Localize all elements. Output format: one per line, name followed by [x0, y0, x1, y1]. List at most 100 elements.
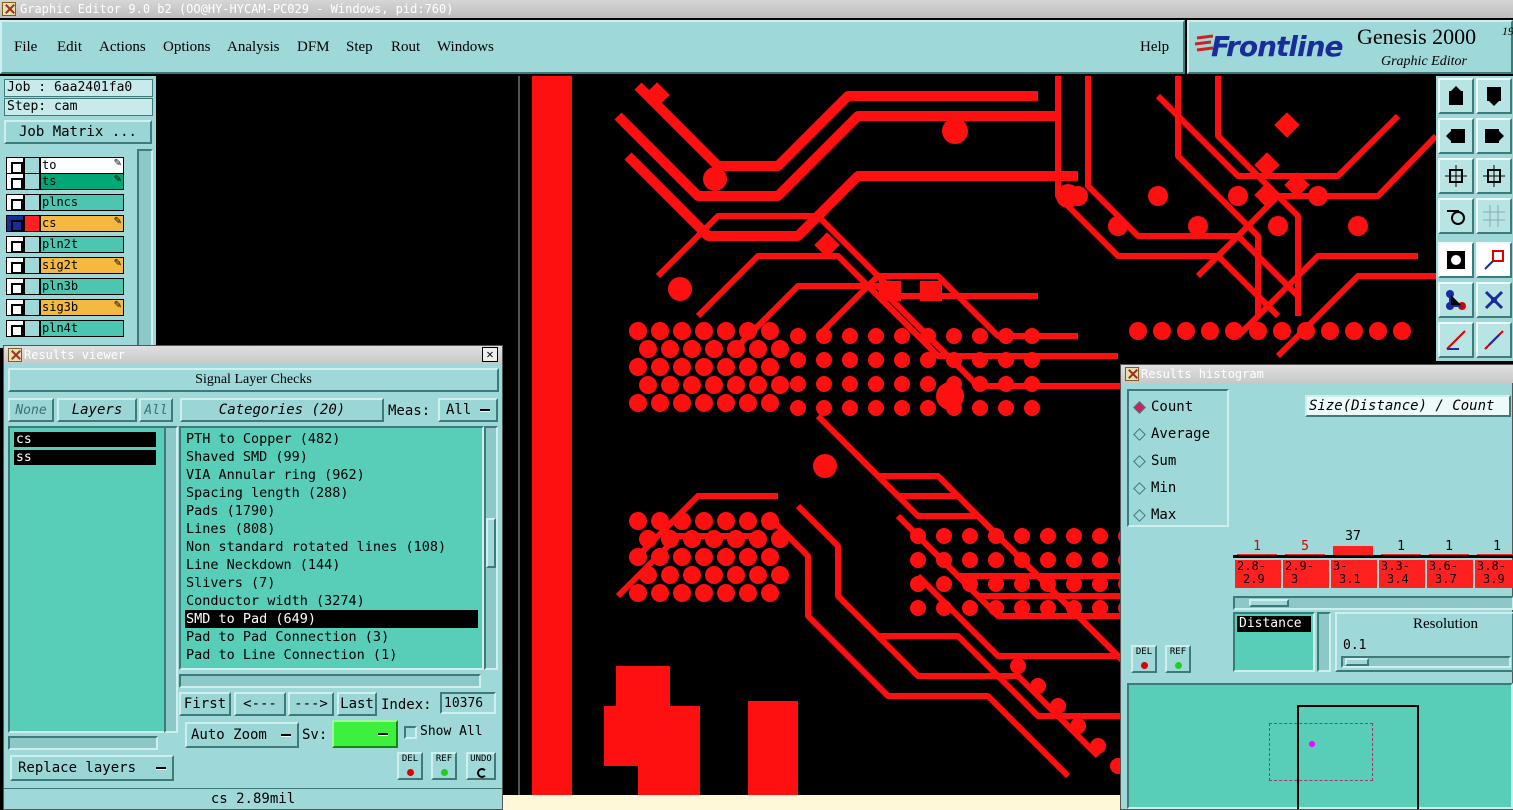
category-item[interactable]: Pads (1790): [185, 502, 478, 520]
grid-icon[interactable]: [1476, 198, 1512, 234]
category-hscrollbar[interactable]: [179, 674, 481, 688]
distance-scrollbar[interactable]: [1317, 612, 1331, 672]
mode-radio-sum[interactable]: Sum: [1133, 453, 1225, 473]
undo-button[interactable]: UNDO: [466, 752, 496, 780]
layer-visibility-checkbox[interactable]: [6, 173, 24, 190]
layer-row-to[interactable]: to ✎: [6, 157, 124, 174]
ref-button[interactable]: REF: [431, 752, 457, 780]
all-button[interactable]: All: [139, 398, 173, 422]
resolution-slider[interactable]: [1341, 656, 1511, 668]
category-item[interactable]: Pad to Pad Connection (3): [185, 628, 478, 646]
layer-row-pln4t[interactable]: pln4t: [6, 320, 124, 337]
layer-visibility-checkbox[interactable]: [6, 194, 24, 211]
window-title-bar[interactable]: Graphic Editor 9.0 b2 (OO@HY-HYCAM-PC029…: [0, 0, 1513, 18]
histogram-bar[interactable]: [1333, 546, 1373, 555]
pan-left-icon[interactable]: [1438, 118, 1474, 154]
auto-zoom-dropdown[interactable]: Auto Zoom: [185, 722, 299, 748]
category-item[interactable]: Pad to Line Connection (1): [185, 646, 478, 664]
histogram-bar[interactable]: [1477, 554, 1513, 555]
menu-file[interactable]: File: [14, 39, 37, 56]
categories-button[interactable]: Categories (20): [180, 398, 384, 422]
histogram-bar[interactable]: [1237, 554, 1277, 555]
layer-row-sig2t[interactable]: sig2t ✎: [6, 257, 124, 274]
layer-row-pln2t[interactable]: pln2t: [6, 236, 124, 253]
rv-layer-item[interactable]: ss: [14, 450, 156, 465]
category-scroll-thumb[interactable]: [486, 518, 496, 568]
index-input[interactable]: [440, 692, 496, 714]
menu-edit[interactable]: Edit: [57, 39, 82, 56]
layer-row-plncs[interactable]: plncs: [6, 194, 124, 211]
job-matrix-button[interactable]: Job Matrix ...: [4, 120, 152, 144]
histogram-bin[interactable]: 3.8- 3.9: [1475, 560, 1513, 588]
histogram-hscrollbar[interactable]: [1233, 596, 1513, 610]
layer-scrollbar[interactable]: [137, 149, 153, 348]
category-item[interactable]: Non standard rotated lines (108): [185, 538, 478, 556]
menu-options[interactable]: Options: [163, 39, 211, 56]
menu-rout[interactable]: Rout: [391, 39, 420, 56]
histogram-bin[interactable]: 2.9- 3: [1283, 560, 1329, 588]
category-item[interactable]: Slivers (7): [185, 574, 478, 592]
category-item[interactable]: Lines (808): [185, 520, 478, 538]
layer-visibility-checkbox[interactable]: [6, 215, 24, 232]
histogram-del-button[interactable]: DEL: [1131, 645, 1157, 673]
category-item[interactable]: VIA Annular ring (962): [185, 466, 478, 484]
histogram-bin[interactable]: 2.8- 2.9: [1235, 560, 1281, 588]
rv-layer-scrollbar[interactable]: [164, 426, 178, 733]
layer-row-sig3b[interactable]: sig3b ✎: [6, 299, 124, 316]
menu-step[interactable]: Step: [346, 39, 373, 56]
mode-radio-count[interactable]: Count: [1133, 399, 1225, 419]
layer-visibility-checkbox[interactable]: [6, 157, 24, 174]
layer-visibility-checkbox[interactable]: [6, 257, 24, 274]
move-feature-icon[interactable]: [1476, 242, 1512, 278]
histogram-scroll-thumb[interactable]: [1249, 599, 1289, 607]
prev-button[interactable]: <---: [234, 692, 286, 716]
category-scrollbar[interactable]: [484, 426, 498, 670]
category-item[interactable]: Shaved SMD (99): [185, 448, 478, 466]
zoom-home-icon[interactable]: [1476, 158, 1512, 194]
rv-layer-hscrollbar[interactable]: [8, 736, 158, 750]
layer-visibility-checkbox[interactable]: [6, 236, 24, 253]
layer-row-ts[interactable]: ts ✎: [6, 173, 124, 190]
close-icon[interactable]: ✕: [482, 347, 498, 362]
last-button[interactable]: Last: [337, 692, 377, 716]
histogram-bar[interactable]: [1429, 554, 1469, 555]
menu-actions[interactable]: Actions: [99, 39, 146, 56]
show-all-checkbox[interactable]: [404, 726, 417, 739]
cross-nodes-icon[interactable]: [1476, 282, 1512, 318]
next-button[interactable]: --->: [288, 692, 334, 716]
layer-visibility-checkbox[interactable]: [6, 278, 24, 295]
layer-row-cs[interactable]: cs ✎: [6, 215, 124, 232]
histogram-bar[interactable]: [1285, 554, 1325, 555]
pad-select-icon[interactable]: [1438, 242, 1474, 278]
category-item[interactable]: PTH to Copper (482): [185, 430, 478, 448]
connect-nodes-icon[interactable]: [1438, 282, 1474, 318]
layer-visibility-checkbox[interactable]: [6, 299, 24, 316]
menu-analysis[interactable]: Analysis: [227, 39, 280, 56]
pan-up-icon[interactable]: [1438, 78, 1474, 114]
meas-dropdown[interactable]: All: [438, 398, 498, 422]
results-viewer-title-bar[interactable]: Results viewer ✕: [4, 346, 502, 364]
distance-item[interactable]: Distance: [1237, 616, 1311, 632]
none-button[interactable]: None: [8, 398, 54, 422]
pan-down-icon[interactable]: [1476, 78, 1512, 114]
menu-dfm[interactable]: DFM: [297, 39, 330, 56]
mode-radio-min[interactable]: Min: [1133, 480, 1225, 500]
category-item[interactable]: Conductor width (3274): [185, 592, 478, 610]
severity-dropdown[interactable]: [332, 720, 398, 748]
histogram-bin[interactable]: 3.6- 3.7: [1427, 560, 1473, 588]
category-item[interactable]: Spacing length (288): [185, 484, 478, 502]
layer-row-pln3b[interactable]: pln3b: [6, 278, 124, 295]
zoom-fit-icon[interactable]: [1438, 158, 1474, 194]
menu-help[interactable]: Help: [1140, 39, 1169, 56]
draw-slash-icon[interactable]: [1476, 322, 1512, 358]
histogram-bin[interactable]: 3.3- 3.4: [1379, 560, 1425, 588]
layer-visibility-checkbox[interactable]: [6, 320, 24, 337]
overview-map[interactable]: [1127, 683, 1513, 809]
menu-windows[interactable]: Windows: [437, 39, 494, 56]
measure-icon[interactable]: [1438, 198, 1474, 234]
category-item[interactable]: SMD to Pad (649): [185, 610, 478, 628]
mode-radio-max[interactable]: Max: [1133, 507, 1225, 527]
histogram-ref-button[interactable]: REF: [1165, 645, 1191, 673]
mode-radio-average[interactable]: Average: [1133, 426, 1225, 446]
pan-right-icon[interactable]: [1476, 118, 1512, 154]
